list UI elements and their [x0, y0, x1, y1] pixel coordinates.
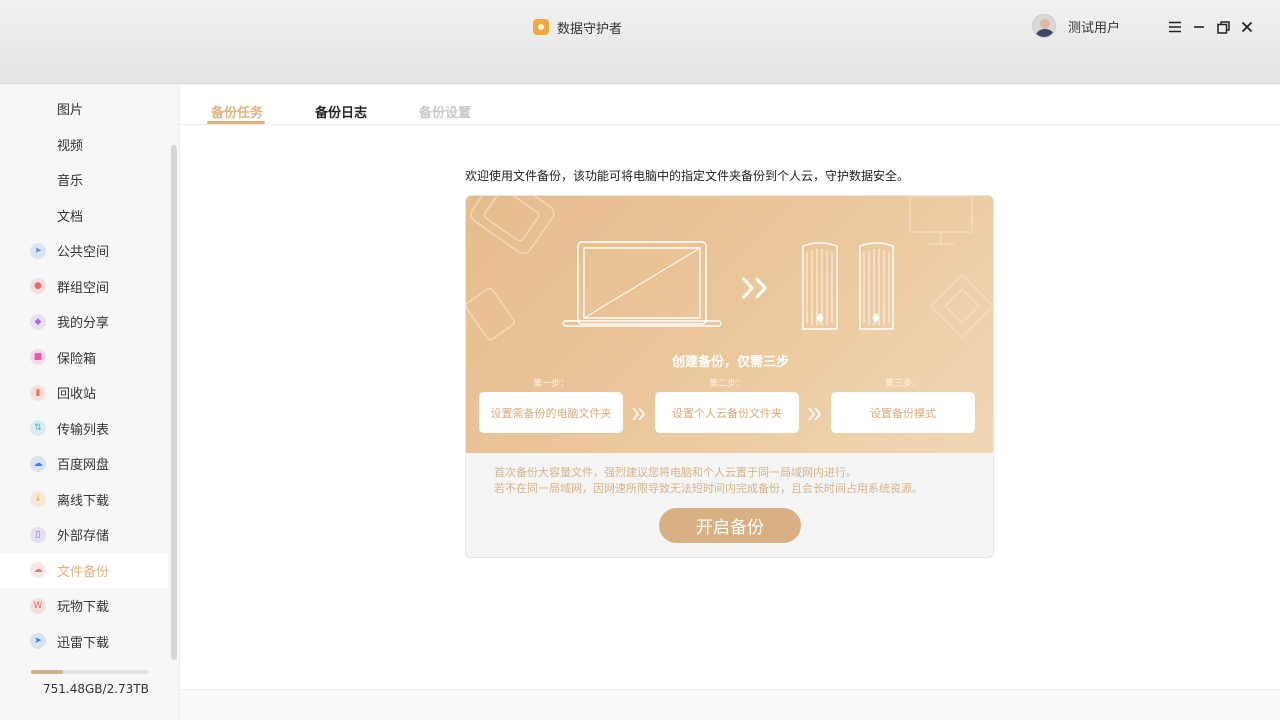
sidebar-item-label: 玩物下载	[57, 600, 110, 615]
storage-usage-text: 751.48GB/2.73TB	[43, 682, 149, 696]
sidebar-item-label: 视频	[57, 138, 84, 154]
sidebar-item-external-storage[interactable]: ▯ 外部存储	[0, 517, 168, 552]
tab-backup-tasks[interactable]: 备份任务	[211, 102, 263, 121]
backup-guide-banner: 创建备份，仅需三步 第一步： 第二步： 第三步： 设置需备份的电脑文件夹 设置个…	[466, 196, 993, 453]
sidebar-item-paper-plane[interactable]: ➤ 公共空间	[0, 233, 168, 268]
minimize-icon[interactable]	[1192, 16, 1206, 38]
avatar[interactable]	[1032, 14, 1056, 38]
tab-bar: 备份任务 备份日志 备份设置	[180, 85, 1280, 125]
step-2-label: 第二步：	[708, 379, 745, 389]
group-icon: ●	[30, 278, 46, 294]
external-storage-icon: ▯	[30, 526, 46, 543]
backup-guide-card: 创建备份，仅需三步 第一步： 第二步： 第三步： 设置需备份的电脑文件夹 设置个…	[465, 195, 994, 558]
laptop-icon	[562, 241, 722, 327]
set-pc-folder-button[interactable]: 设置需备份的电脑文件夹	[479, 392, 623, 433]
sidebar-item-image[interactable]: 图片	[0, 91, 168, 126]
safe-icon: ■	[30, 349, 46, 365]
set-backup-mode-button[interactable]: 设置备份模式	[831, 392, 975, 433]
transfer-icon: ⇅	[30, 420, 46, 436]
status-bar	[180, 689, 1280, 720]
sidebar-item-label: 我的分享	[57, 316, 110, 331]
sidebar-item-label: 保险箱	[57, 351, 97, 367]
active-tab-indicator	[207, 121, 265, 124]
sidebar-item-baidu-cloud[interactable]: ☁ 百度网盘	[0, 446, 168, 481]
sidebar-item-label: 迅雷下载	[57, 635, 110, 651]
step-1-label: 第一步：	[532, 379, 569, 389]
sidebar-item-label: 离线下载	[57, 493, 110, 509]
sidebar-item-transfer[interactable]: ⇅ 传输列表	[0, 411, 168, 446]
restore-icon[interactable]	[1216, 16, 1230, 38]
lan-note-2: 若不在同一局域网，因网速所限导致无法短时间内完成备份，且会长时间占用系统资源。	[494, 482, 923, 495]
menu-icon[interactable]	[1168, 16, 1182, 38]
sidebar-item-label: 公共空间	[57, 245, 110, 260]
thunder-download-icon: ➤	[30, 633, 46, 649]
trash-icon: ▮	[30, 384, 46, 401]
storage-usage-fill	[31, 670, 63, 674]
tab-backup-settings[interactable]: 备份设置	[419, 102, 471, 121]
start-backup-button[interactable]: 开启备份	[659, 508, 801, 543]
welcome-text: 欢迎使用文件备份，该功能可将电脑中的指定文件夹备份到个人云，守护数据安全。	[465, 169, 910, 183]
wanwu-download-icon: W	[30, 597, 46, 614]
app-logo-icon	[533, 19, 549, 35]
set-cloud-folder-button[interactable]: 设置个人云备份文件夹	[655, 392, 799, 433]
sidebar-item-group[interactable]: ● 群组空间	[0, 269, 168, 304]
tab-backup-log[interactable]: 备份日志	[315, 102, 367, 121]
user-account[interactable]: 测试用户	[1032, 14, 1120, 38]
close-icon[interactable]	[1240, 16, 1254, 38]
storage-usage-bar	[31, 670, 149, 674]
sidebar-item-share[interactable]: ◆ 我的分享	[0, 304, 168, 339]
sidebar-item-label: 群组空间	[57, 280, 110, 296]
step-3-label: 第三步：	[884, 379, 921, 389]
double-chevron-icon	[741, 276, 768, 300]
sidebar-item-label: 传输列表	[57, 422, 110, 438]
sidebar-item-document[interactable]: 文档	[0, 198, 168, 233]
lan-note-1: 首次备份大容量文件，强烈建议您将电脑和个人云置于同一局域网内进行。	[494, 466, 857, 479]
sidebar-item-label: 外部存储	[57, 529, 110, 544]
paper-plane-icon: ➤	[30, 242, 46, 259]
sidebar-item-label: 百度网盘	[57, 458, 110, 473]
cloud-device-icon	[802, 242, 894, 330]
sidebar-item-video[interactable]: 视频	[0, 127, 168, 162]
sidebar-item-label: 回收站	[57, 387, 97, 402]
sidebar-item-thunder-download[interactable]: ➤ 迅雷下载	[0, 624, 168, 659]
sidebar-item-label: 图片	[57, 103, 84, 118]
sidebar-item-download[interactable]: ↓ 离线下载	[0, 482, 168, 517]
baidu-cloud-icon: ☁	[30, 455, 46, 472]
sidebar-scrollbar[interactable]	[171, 145, 177, 660]
sidebar-item-label: 文档	[57, 209, 84, 225]
share-icon: ◆	[30, 313, 46, 330]
file-backup-icon: ☁	[30, 562, 46, 578]
sidebar-item-music[interactable]: 音乐	[0, 162, 168, 197]
sidebar-item-label: 文件备份	[57, 564, 110, 580]
guide-heading: 创建备份，仅需三步	[671, 355, 789, 370]
sidebar-item-wanwu-download[interactable]: W 玩物下载	[0, 588, 168, 623]
app-title: 数据守护者	[533, 16, 622, 38]
download-icon: ↓	[30, 491, 46, 507]
user-name[interactable]: 测试用户	[1068, 17, 1120, 36]
sidebar-item-safe[interactable]: ■ 保险箱	[0, 340, 168, 375]
sidebar-item-label: 音乐	[57, 174, 84, 189]
sidebar-item-file-backup[interactable]: ☁ 文件备份	[0, 552, 168, 588]
app-title-text: 数据守护者	[557, 21, 623, 37]
window-controls	[1168, 16, 1254, 38]
title-bar: 数据守护者 测试用户	[0, 0, 1280, 84]
sidebar: 图片视频音乐文档 ➤ 公共空间 ● 群组空间 ◆ 我的分享 ■ 保险箱 ▮ 回收站 ⇅ 传输列表 ☁ 百度网…	[0, 85, 180, 720]
sidebar-item-trash[interactable]: ▮ 回收站	[0, 375, 168, 410]
